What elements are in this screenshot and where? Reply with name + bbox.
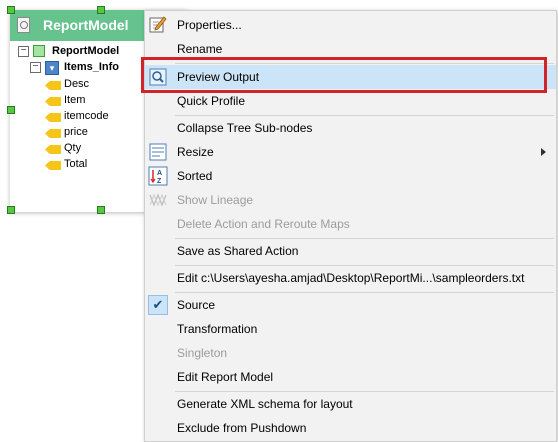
svg-text:Z: Z	[157, 178, 162, 185]
tree-field[interactable]: price	[64, 126, 88, 138]
record-icon: ▾	[45, 61, 59, 75]
menu-item-label: Singleton	[177, 346, 228, 360]
lineage-icon	[149, 193, 167, 207]
svg-text:A: A	[157, 170, 162, 177]
menu-item-generate-xml-schema[interactable]: Generate XML schema for layout	[145, 392, 556, 416]
resize-handle-bottom[interactable]	[97, 206, 105, 214]
menu-item-quick-profile[interactable]: Quick Profile	[145, 89, 556, 113]
resize-icon	[149, 143, 167, 161]
node-title: ReportModel	[43, 17, 129, 33]
menu-item-show-lineage[interactable]: Show Lineage	[145, 188, 556, 212]
menu-item-sorted[interactable]: A Z Sorted	[145, 164, 556, 188]
menu-item-label: Save as Shared Action	[177, 244, 299, 258]
menu-item-source[interactable]: ✔ Source	[145, 293, 556, 317]
magnifier-icon	[149, 68, 167, 86]
resize-handle-bottom-left[interactable]	[7, 206, 15, 214]
menu-item-properties[interactable]: Properties...	[145, 13, 556, 37]
menu-separator	[175, 63, 554, 64]
tree-root-label[interactable]: ReportModel	[52, 45, 119, 57]
menu-item-exclude-pushdown[interactable]: Exclude from Pushdown	[145, 416, 556, 440]
menu-item-singleton[interactable]: Singleton	[145, 341, 556, 365]
resize-handle-top-left[interactable]	[7, 6, 15, 14]
menu-item-label: Properties...	[177, 18, 242, 32]
menu-item-label: Collapse Tree Sub-nodes	[177, 121, 313, 135]
menu-item-label: Transformation	[177, 322, 258, 336]
menu-item-label: Exclude from Pushdown	[177, 421, 307, 435]
menu-item-rename[interactable]: Rename	[145, 37, 556, 61]
menu-item-label: Sorted	[177, 169, 213, 183]
collapse-toggle-root[interactable]: −	[18, 46, 29, 57]
menu-item-collapse-tree[interactable]: Collapse Tree Sub-nodes	[145, 116, 556, 140]
context-menu: Properties... Rename Preview Output Quic…	[144, 10, 557, 442]
menu-item-resize[interactable]: Resize	[145, 140, 556, 164]
menu-item-label: Source	[177, 298, 216, 312]
resize-handle-top[interactable]	[97, 6, 105, 14]
tree-field[interactable]: Total	[64, 158, 87, 170]
document-icon	[17, 17, 30, 33]
tree-field[interactable]: itemcode	[64, 110, 109, 122]
menu-item-edit-report-model[interactable]: Edit Report Model	[145, 365, 556, 389]
submenu-arrow-icon	[541, 148, 546, 156]
menu-item-label: Quick Profile	[177, 94, 246, 108]
menu-item-label: Edit Report Model	[177, 370, 274, 384]
menu-item-label: Edit c:\Users\ayesha.amjad\Desktop\Repor…	[177, 271, 525, 285]
menu-item-transformation[interactable]: Transformation	[145, 317, 556, 341]
tree-field[interactable]: Item	[64, 94, 85, 106]
resize-handle-left[interactable]	[7, 106, 15, 114]
menu-item-label: Preview Output	[177, 70, 260, 84]
menu-item-preview-output[interactable]: Preview Output	[145, 65, 556, 89]
tree-field[interactable]: Desc	[64, 78, 89, 90]
menu-item-label: Generate XML schema for layout	[177, 397, 353, 411]
menu-item-label: Show Lineage	[177, 193, 254, 207]
menu-item-save-shared-action[interactable]: Save as Shared Action	[145, 239, 556, 263]
menu-item-label: Resize	[177, 145, 214, 159]
menu-item-label: Rename	[177, 42, 223, 56]
collapse-toggle-group[interactable]: −	[30, 62, 41, 73]
menu-item-edit-file[interactable]: Edit c:\Users\ayesha.amjad\Desktop\Repor…	[145, 266, 556, 290]
tree-field[interactable]: Qty	[64, 142, 81, 154]
menu-item-delete-action[interactable]: Delete Action and Reroute Maps	[145, 212, 556, 236]
edit-pencil-icon	[149, 16, 167, 33]
menu-item-label: Delete Action and Reroute Maps	[177, 217, 350, 231]
tree-group-label[interactable]: Items_Info	[64, 61, 119, 73]
checkmark-icon: ✔	[148, 295, 168, 315]
sort-az-icon: A Z	[148, 166, 168, 186]
model-icon	[33, 45, 45, 57]
